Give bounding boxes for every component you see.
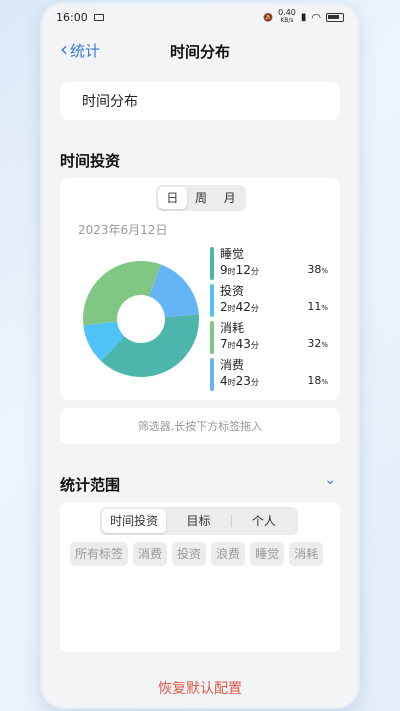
legend-color-bar [210, 284, 214, 318]
period-week[interactable]: 周 [187, 187, 216, 209]
notification-icon [93, 13, 104, 21]
legend-name: 睡觉 [220, 247, 245, 261]
status-time: 16:00 [56, 10, 88, 24]
wifi-icon: ◠ [311, 10, 321, 24]
legend-color-bar [210, 358, 214, 392]
range-heading: 统计范围 [60, 476, 121, 494]
title-text: 时间分布 [82, 94, 138, 110]
legend-percent: 32% [307, 337, 328, 351]
mute-icon: 🔕 [263, 12, 274, 22]
legend-color-bar [210, 321, 214, 355]
legend-name: 消耗 [220, 321, 245, 336]
tag-waste[interactable]: 浪费 [211, 542, 246, 566]
tag-consume[interactable]: 消费 [133, 542, 168, 566]
legend-percent: 11% [307, 300, 328, 314]
phone-frame: 16:00 🔕 0.40 KB/s ▮ ◠ ‹ 统计 时间分布 时间分布 时间投… [42, 4, 358, 707]
filter-drop-zone[interactable]: 筛选器,长按下方标签拖入 [60, 408, 340, 444]
legend-name: 消费 [220, 358, 245, 373]
legend-name: 投资 [220, 284, 245, 299]
net-speed: 0.40 KB/s [278, 8, 296, 25]
tag-expend[interactable]: 消耗 [289, 542, 324, 566]
legend-percent: 18% [307, 374, 328, 388]
sim-icon: ▮ [300, 11, 307, 23]
tab-time-investment[interactable]: 时间投资 [102, 509, 167, 533]
legend-color-bar [210, 247, 214, 280]
period-day[interactable]: 日 [158, 187, 187, 209]
chevron-down-icon[interactable]: ⌄ [324, 472, 336, 488]
filter-placeholder: 筛选器,长按下方标签拖入 [137, 420, 263, 433]
page-title: 时间分布 [169, 43, 230, 61]
range-tabs: 时间投资 目标 个人 [100, 507, 298, 535]
range-card: 时间投资 目标 个人 所有标签 消费 投资 浪费 睡觉 消耗 [60, 502, 340, 652]
legend-item: 投资 2时42分 11% [210, 283, 328, 319]
tag-all[interactable]: 所有标签 [70, 542, 129, 566]
tab-personal[interactable]: 个人 [232, 509, 296, 533]
donut-slice-消耗[interactable] [83, 261, 161, 326]
tag-invest[interactable]: 投资 [172, 542, 207, 566]
title-field[interactable]: 时间分布 [60, 82, 340, 120]
chart-legend: 睡觉 9时12分 38% 投资 2时42分 11% 消耗 7时43分 32% 消费 4时23分 18% [210, 246, 328, 394]
nav-bar: ‹ 统计 时间分布 [42, 34, 358, 72]
period-month[interactable]: 月 [215, 187, 244, 209]
reset-button[interactable]: 恢复默认配置 [42, 678, 358, 698]
legend-item: 睡觉 9时12分 38% [210, 246, 328, 282]
tag-sleep[interactable]: 睡觉 [250, 542, 285, 566]
tag-list: 所有标签 消费 投资 浪费 睡觉 消耗 [70, 542, 330, 566]
legend-item: 消耗 7时43分 32% [210, 320, 328, 356]
period-selector: 日 周 月 [156, 185, 246, 211]
range-header: 统计范围 ⌄ [60, 472, 336, 495]
status-bar: 16:00 🔕 0.40 KB/s ▮ ◠ [42, 4, 358, 30]
battery-icon [326, 12, 344, 22]
time-investment-card: 日 周 月 2023年6月12日 睡觉 9时12分 38% 投资 2时42分 11% 消耗 7… [60, 178, 340, 400]
chart-date: 2023年6月12日 [78, 223, 168, 237]
tab-goals[interactable]: 目标 [166, 509, 230, 533]
legend-item: 消费 4时23分 18% [210, 357, 328, 393]
donut-chart [83, 261, 199, 377]
time-investment-heading: 时间投资 [60, 152, 121, 170]
legend-percent: 38% [307, 263, 328, 276]
